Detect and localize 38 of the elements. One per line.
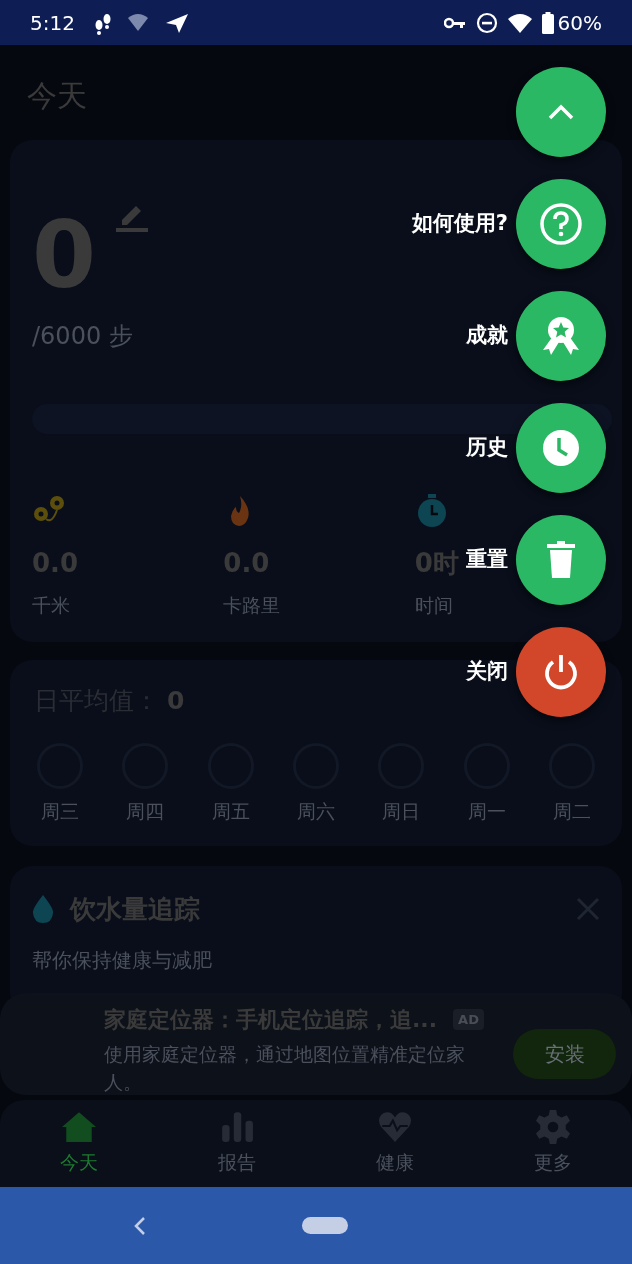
- day-label: 周二: [552, 799, 591, 824]
- day-label: 周四: [126, 799, 165, 824]
- battery-percent: 60%: [557, 9, 602, 37]
- day-label: 周六: [297, 799, 335, 824]
- menu-item-label: 如何使用?: [411, 210, 508, 238]
- key-icon: [443, 15, 466, 30]
- step-goal: /6000 步: [32, 321, 133, 352]
- home-icon: [62, 1110, 96, 1145]
- day-label: 周日: [382, 799, 421, 824]
- day-label: 周五: [211, 799, 250, 824]
- stat-label: 千米: [32, 593, 71, 618]
- install-button[interactable]: 安装: [513, 1029, 616, 1079]
- bottom-nav-tab[interactable]: 健康: [316, 1100, 474, 1187]
- help-icon: [539, 202, 583, 246]
- do-not-disturb-icon: [475, 11, 498, 34]
- wifi-icon: [507, 12, 532, 33]
- home-pill[interactable]: [302, 1217, 348, 1234]
- status-time: 5:12: [30, 9, 75, 37]
- stat-label: 时间: [414, 593, 454, 618]
- water-card-subtitle: 帮你保持健康与减肥: [32, 946, 213, 974]
- menu-item-label: 关闭: [466, 658, 508, 686]
- day-label: 周一: [467, 799, 506, 824]
- day-label: 周三: [41, 799, 79, 824]
- chevron-up-icon: [548, 104, 574, 120]
- bottom-nav-tab[interactable]: 报告: [158, 1100, 316, 1187]
- back-icon[interactable]: [133, 1215, 147, 1236]
- menu-item-label: 重置: [466, 546, 508, 574]
- settings-icon: [536, 1110, 570, 1145]
- bottom-nav-tab[interactable]: 更多: [474, 1100, 632, 1187]
- ad-description: 使用家庭定位器，通过地图位置精准定位家人。: [104, 1042, 466, 1095]
- menu-item-label: 历史: [466, 434, 508, 462]
- battery-icon: [541, 11, 554, 34]
- paper-plane-icon: [164, 11, 189, 34]
- stat-label: 卡路里: [223, 593, 282, 618]
- water-drop-icon: [32, 895, 54, 923]
- bottom-nav-tab[interactable]: 今天: [0, 1100, 158, 1187]
- menu-item-label: 成就: [466, 322, 508, 350]
- bar-chart-icon: [220, 1110, 254, 1145]
